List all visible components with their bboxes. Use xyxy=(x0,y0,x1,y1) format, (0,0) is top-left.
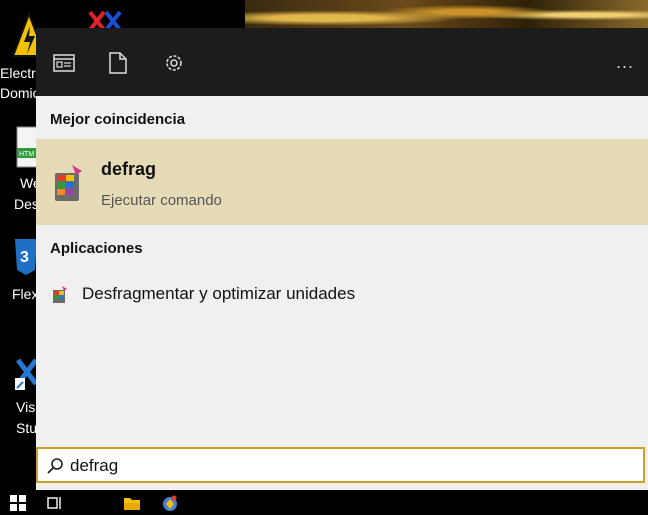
panel-header: ... xyxy=(36,28,648,96)
defrag-app-icon xyxy=(53,286,67,303)
best-match-result[interactable]: defrag Ejecutar comando xyxy=(36,139,648,225)
desktop-icon-label: Stu xyxy=(16,420,38,436)
best-match-title: defrag xyxy=(101,159,157,179)
file-explorer-icon[interactable] xyxy=(123,494,141,512)
gear-icon xyxy=(166,55,182,71)
svg-text:3: 3 xyxy=(20,249,29,266)
taskbar xyxy=(0,490,648,515)
more-options-button[interactable]: ... xyxy=(616,52,634,73)
windows-start-icon[interactable] xyxy=(9,494,27,512)
svg-text:HTM: HTM xyxy=(19,151,34,158)
search-results-panel: ... Mejor coincidencia defrag Ejecutar c… xyxy=(36,28,648,490)
css3-icon: 3 xyxy=(15,239,37,275)
documents-button[interactable] xyxy=(103,48,133,78)
search-box[interactable]: defrag xyxy=(36,447,645,483)
settings-button[interactable] xyxy=(159,48,189,78)
file-icon xyxy=(109,52,127,74)
defrag-app-icon xyxy=(55,165,82,201)
apps-heading: Aplicaciones xyxy=(50,240,143,257)
desktop-wallpaper xyxy=(245,0,648,30)
documents-view-icon xyxy=(53,54,75,72)
search-input[interactable]: defrag xyxy=(70,456,118,476)
app-result-defragment[interactable]: Desfragmentar y optimizar unidades xyxy=(36,280,648,310)
best-match-subtitle: Ejecutar comando xyxy=(101,192,222,209)
task-view-icon[interactable] xyxy=(46,494,64,512)
app-result-label: Desfragmentar y optimizar unidades xyxy=(82,284,356,303)
app-icon[interactable] xyxy=(161,494,179,512)
best-match-heading: Mejor coincidencia xyxy=(50,111,186,128)
search-icon xyxy=(47,458,63,474)
desktop-icon-label: Flex xyxy=(12,286,39,302)
desktop-icon-label: Domic xyxy=(0,85,40,101)
documents-view-button[interactable] xyxy=(49,48,79,78)
